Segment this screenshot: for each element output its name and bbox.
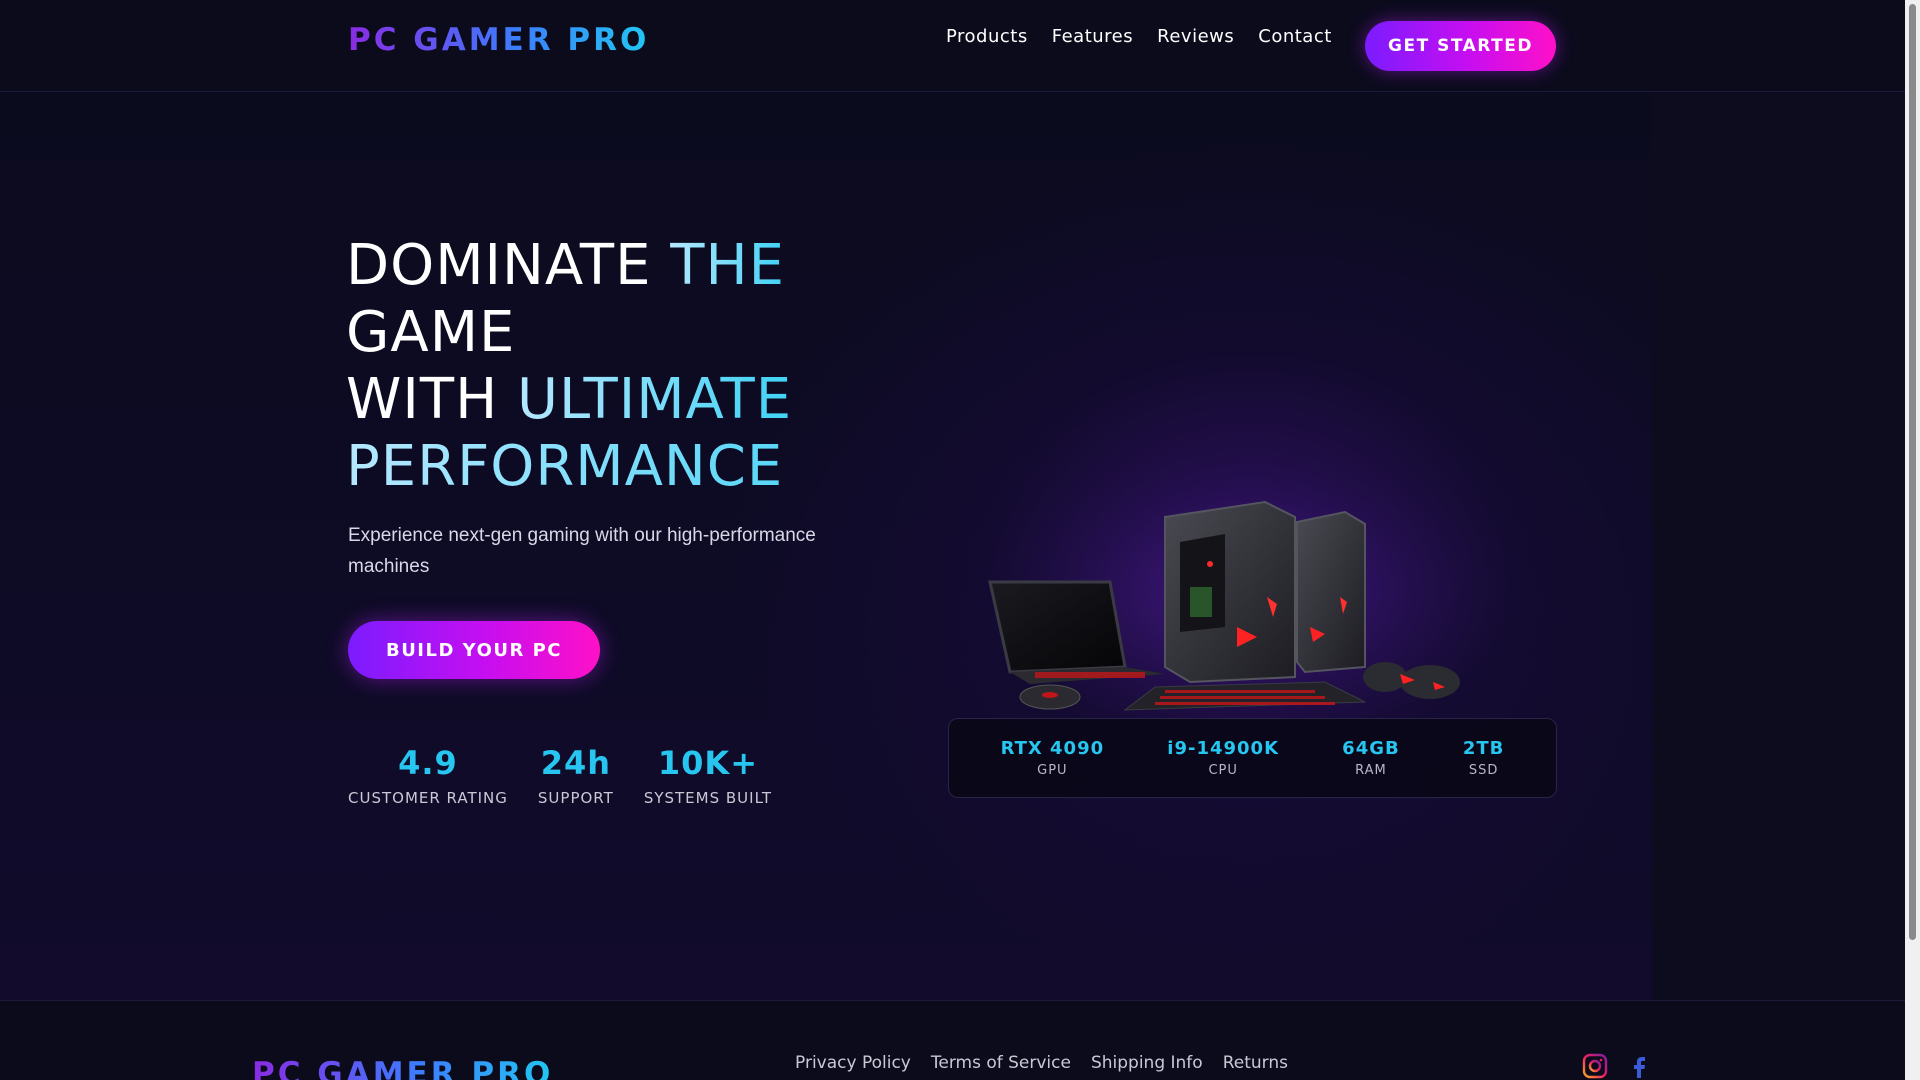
stat-label: SYSTEMS BUILT — [643, 789, 773, 807]
footer-logo[interactable]: PC GAMER PRO — [252, 1056, 553, 1080]
site-footer: PC GAMER PRO Privacy Policy Terms of Ser… — [0, 1000, 1905, 1080]
headline-word-ultimate: ULTIMATE — [517, 367, 793, 432]
spec-cpu: i9-14900K CPU — [1167, 738, 1279, 778]
headline-word-with: WITH — [346, 367, 518, 432]
headline-word-game: GAME — [346, 300, 516, 365]
site-logo[interactable]: PC GAMER PRO — [348, 22, 649, 58]
spec-ssd: 2TB SSD — [1463, 738, 1505, 778]
spec-label: GPU — [1037, 763, 1068, 778]
headline-word-performance: PERFORMANCE — [346, 433, 906, 500]
nav-link-features[interactable]: Features — [1052, 26, 1133, 47]
spec-label: CPU — [1208, 763, 1238, 778]
stat-label: CUSTOMER RATING — [348, 789, 508, 807]
spec-label: SSD — [1468, 763, 1499, 778]
stat-label: SUPPORT — [537, 789, 614, 807]
spec-value: 64GB — [1342, 738, 1400, 759]
footer-link-terms-of-service[interactable]: Terms of Service — [931, 1053, 1071, 1073]
spec-ram: 64GB RAM — [1342, 738, 1400, 778]
stat-value: 10K+ — [657, 744, 758, 782]
hero-headline: DOMINATE THE GAME WITH ULTIMATE PERFORMA… — [346, 232, 906, 500]
hero-subtitle: Experience next-gen gaming with our high… — [348, 525, 816, 577]
gaming-pc-illustration — [980, 432, 1520, 722]
spec-gpu: RTX 4090 GPU — [1001, 738, 1105, 778]
footer-link-shipping-info[interactable]: Shipping Info — [1091, 1053, 1203, 1073]
stat-value: 4.9 — [398, 744, 458, 782]
footer-links: Privacy Policy Terms of Service Shipping… — [795, 1053, 1288, 1073]
nav-link-reviews[interactable]: Reviews — [1157, 26, 1234, 47]
get-started-button[interactable]: GET STARTED — [1365, 21, 1556, 71]
stats-row: 4.9 CUSTOMER RATING 24h SUPPORT 10K+ SYS… — [348, 743, 802, 807]
stat-support: 24h SUPPORT — [538, 743, 614, 807]
spec-value: i9-14900K — [1167, 738, 1280, 759]
spec-value: RTX 4090 — [1000, 738, 1105, 759]
nav-link-contact[interactable]: Contact — [1258, 26, 1332, 47]
vertical-scrollbar[interactable] — [1905, 0, 1920, 1080]
build-your-pc-button[interactable]: BUILD YOUR PC — [348, 621, 600, 679]
headline-word-the: THE — [670, 233, 785, 298]
site-header: PC GAMER PRO Products Features Reviews C… — [0, 0, 1905, 92]
spec-value: 2TB — [1462, 738, 1505, 759]
footer-link-privacy-policy[interactable]: Privacy Policy — [795, 1053, 911, 1073]
hero-section: DOMINATE THE GAME WITH ULTIMATE PERFORMA… — [0, 92, 1905, 1000]
stat-customer-rating: 4.9 CUSTOMER RATING — [348, 743, 508, 807]
headline-word-dominate: DOMINATE — [346, 233, 671, 298]
scrollbar-thumb[interactable] — [1909, 4, 1916, 940]
page: PC GAMER PRO Products Features Reviews C… — [0, 0, 1905, 1080]
hero-side-panel — [1652, 92, 1905, 1000]
footer-link-returns[interactable]: Returns — [1223, 1053, 1288, 1073]
instagram-icon[interactable] — [1582, 1053, 1608, 1079]
spec-panel: RTX 4090 GPU i9-14900K CPU 64GB RAM 2TB … — [948, 718, 1557, 798]
nav-link-products[interactable]: Products — [946, 26, 1028, 47]
stat-value: 24h — [540, 744, 612, 782]
main-nav: Products Features Reviews Contact — [946, 26, 1332, 47]
stat-systems-built: 10K+ SYSTEMS BUILT — [644, 743, 772, 807]
facebook-icon[interactable] — [1627, 1053, 1653, 1079]
spec-label: RAM — [1355, 763, 1387, 778]
